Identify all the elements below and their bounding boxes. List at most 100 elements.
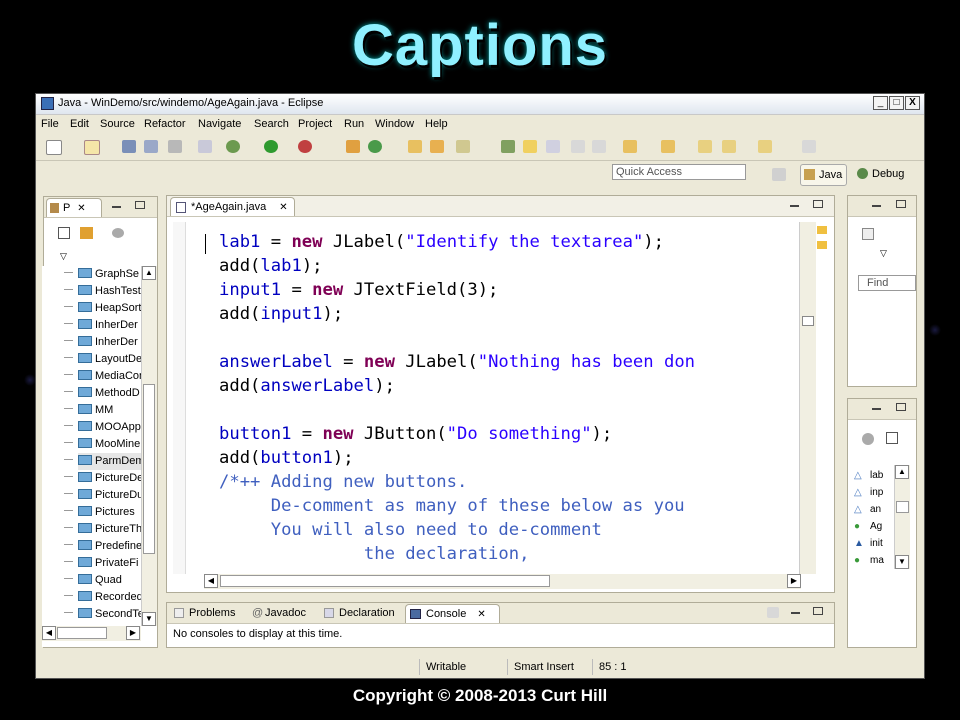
scroll-thumb[interactable] <box>143 384 155 554</box>
window-titlebar[interactable]: Java - WinDemo/src/windemo/AgeAgain.java… <box>36 94 924 115</box>
close-tab-icon[interactable]: ✕ <box>279 202 287 213</box>
tab-package-explorer[interactable]: P ✕ <box>46 198 102 217</box>
maximize-view-icon[interactable] <box>813 607 823 615</box>
menu-project[interactable]: Project <box>298 118 332 130</box>
menu-file[interactable]: File <box>41 118 59 130</box>
collapse-all-icon[interactable] <box>58 227 70 239</box>
skip-breakpoints-icon[interactable] <box>198 140 212 153</box>
maximize-view-icon[interactable] <box>896 200 906 208</box>
close-button[interactable]: X <box>905 96 920 110</box>
tab-javadoc[interactable]: @ Javadoc <box>249 604 310 623</box>
show-whitespace-icon[interactable] <box>592 140 606 153</box>
tab-problems[interactable]: Problems <box>171 604 239 623</box>
debug-icon[interactable] <box>226 140 240 153</box>
scroll-right-icon[interactable]: ▶ <box>787 574 801 588</box>
editor-hscrollbar[interactable]: ◀ ▶ <box>204 574 801 589</box>
list-item[interactable]: MooMine <box>64 436 140 453</box>
java-perspective-button[interactable]: Java <box>800 164 848 186</box>
chevron-down-icon[interactable]: ▽ <box>880 248 887 259</box>
outline-item[interactable]: ▲ init <box>854 535 883 552</box>
menu-search[interactable]: Search <box>254 118 289 130</box>
outline-item[interactable]: △ an <box>854 501 881 518</box>
new-icon[interactable] <box>46 140 62 155</box>
menu-refactor[interactable]: Refactor <box>144 118 186 130</box>
explorer-scrollbar[interactable]: ▲ ▼ <box>141 266 157 626</box>
chevron-down-icon[interactable]: ▽ <box>60 251 67 262</box>
outline-item[interactable]: ● ma <box>854 552 884 569</box>
scroll-down-icon[interactable]: ▼ <box>142 612 156 626</box>
tab-declaration[interactable]: Declaration <box>321 604 399 623</box>
run-icon[interactable] <box>264 140 278 153</box>
list-item[interactable]: PictureDe <box>64 470 143 487</box>
list-item[interactable]: Quad <box>64 572 122 589</box>
list-item[interactable]: InherDer <box>64 317 138 334</box>
list-item[interactable]: MethodD <box>64 385 140 402</box>
collapse-all-icon[interactable] <box>886 432 898 444</box>
list-item[interactable]: PictureDu <box>64 487 143 504</box>
close-tab-icon[interactable]: ✕ <box>77 203 85 214</box>
print-icon[interactable] <box>168 140 182 153</box>
list-item[interactable]: SecondTe <box>64 606 144 623</box>
maximize-view-icon[interactable] <box>135 201 145 209</box>
outline-scrollbar[interactable]: ▲ ▼ <box>894 465 910 569</box>
list-item[interactable]: MediaCon <box>64 368 145 385</box>
open-type-icon[interactable] <box>408 140 422 153</box>
editor-scroll-thumb[interactable] <box>802 316 814 326</box>
code-area[interactable]: lab1 = new JLabel("Identify the textarea… <box>219 230 799 570</box>
list-item[interactable]: PictureTh <box>64 521 142 538</box>
new-package-icon[interactable] <box>368 140 382 153</box>
maximize-editor-icon[interactable] <box>813 200 823 208</box>
list-item[interactable]: MM <box>64 402 113 419</box>
word-wrap-icon[interactable] <box>571 140 585 153</box>
outline-item[interactable]: ● Ag <box>854 518 882 535</box>
scroll-up-icon[interactable]: ▲ <box>142 266 156 280</box>
scroll-thumb[interactable] <box>896 501 909 513</box>
find-input[interactable]: Find <box>858 275 916 291</box>
debug-perspective-button[interactable]: Debug <box>854 164 908 184</box>
menu-edit[interactable]: Edit <box>70 118 89 130</box>
maximize-view-icon[interactable] <box>896 403 906 411</box>
previous-annotation-icon[interactable] <box>661 140 675 153</box>
list-item[interactable]: InherDer <box>64 334 138 351</box>
new-java-icon[interactable] <box>84 140 100 155</box>
menu-window[interactable]: Window <box>375 118 414 130</box>
hscroll-thumb[interactable] <box>220 575 550 587</box>
close-tab-icon[interactable]: ✕ <box>477 609 485 620</box>
list-item[interactable]: PrivateFi <box>64 555 138 572</box>
menu-source[interactable]: Source <box>100 118 135 130</box>
view-menu-icon[interactable] <box>112 228 124 238</box>
pin-editor-icon[interactable] <box>802 140 816 153</box>
link-editor-icon[interactable] <box>80 227 93 239</box>
list-item[interactable]: HeapSort <box>64 300 141 317</box>
maximize-button[interactable]: □ <box>889 96 904 110</box>
external-tools-icon[interactable] <box>298 140 312 153</box>
list-item[interactable]: LayoutDe <box>64 351 142 368</box>
quick-access-input[interactable]: Quick Access <box>612 164 746 180</box>
mark-occurrences-icon[interactable] <box>523 140 537 153</box>
display-console-icon[interactable] <box>767 607 779 618</box>
list-item[interactable]: HashTest <box>64 283 141 300</box>
tab-ageagain-java[interactable]: *AgeAgain.java ✕ <box>170 197 295 216</box>
save-all-icon[interactable] <box>144 140 158 153</box>
minimize-view-icon[interactable] <box>872 408 881 410</box>
editor-vscrollbar[interactable] <box>799 222 816 574</box>
menu-navigate[interactable]: Navigate <box>198 118 241 130</box>
search-icon[interactable] <box>456 140 470 153</box>
list-item[interactable]: Pictures <box>64 504 135 521</box>
hscroll-thumb[interactable] <box>57 627 107 639</box>
list-item[interactable]: ParmDem <box>64 453 145 470</box>
minimize-view-icon[interactable] <box>872 205 881 207</box>
block-selection-icon[interactable] <box>546 140 560 153</box>
minimize-view-icon[interactable] <box>112 206 121 208</box>
forward-icon[interactable] <box>758 140 772 153</box>
new-class-icon[interactable] <box>346 140 360 153</box>
outline-view-icon[interactable] <box>862 433 874 445</box>
next-annotation-icon[interactable] <box>623 140 637 153</box>
last-edit-icon[interactable] <box>698 140 712 153</box>
outline-item[interactable]: △ lab <box>854 467 883 484</box>
tab-console[interactable]: Console ✕ <box>405 604 500 623</box>
open-task-icon[interactable] <box>430 140 444 153</box>
list-item[interactable]: Recorded <box>64 589 143 606</box>
list-item[interactable]: MOOApp <box>64 419 141 436</box>
minimize-editor-icon[interactable] <box>790 205 799 207</box>
